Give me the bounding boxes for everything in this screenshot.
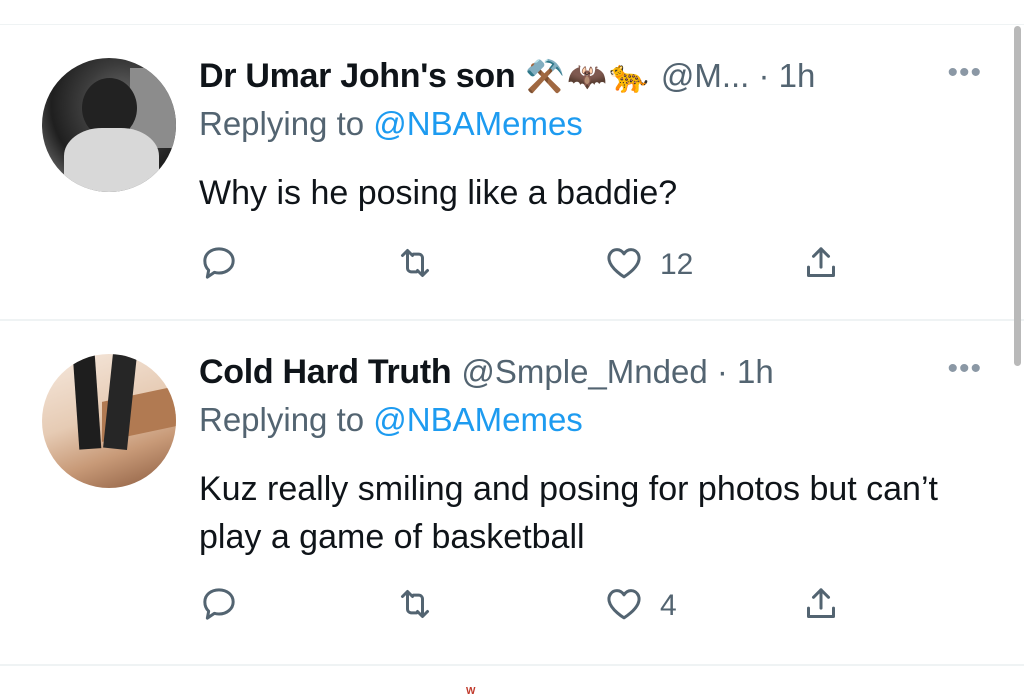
avatar[interactable]: [42, 354, 176, 488]
replying-to: Replying to @NBAMemes: [199, 105, 583, 143]
like-count: 12: [660, 248, 694, 281]
bottom-mark: W: [466, 686, 476, 697]
name-emojis: ⚒️🦇🐆: [525, 58, 651, 94]
like-button[interactable]: 12: [604, 243, 693, 287]
share-icon: [801, 584, 841, 629]
display-name[interactable]: Cold Hard Truth: [199, 353, 452, 392]
tweet-divider: [0, 664, 1024, 666]
tweet-1[interactable]: Dr Umar John's son ⚒️🦇🐆 @M... · 1h Reply…: [0, 25, 1010, 320]
like-count: 4: [660, 589, 677, 622]
reply-icon: [199, 243, 239, 288]
heart-icon: [604, 243, 644, 288]
replying-mention-link[interactable]: @NBAMemes: [373, 401, 583, 438]
share-button[interactable]: [801, 584, 841, 628]
replying-prefix: Replying to: [199, 401, 374, 438]
scrollbar-thumb[interactable]: [1014, 26, 1021, 366]
more-icon[interactable]: •••: [947, 58, 982, 88]
avatar-photo-leg-left: [72, 354, 102, 450]
tweet-header: Dr Umar John's son ⚒️🦇🐆 @M... · 1h: [199, 54, 815, 98]
retweet-button[interactable]: [395, 584, 451, 628]
reply-icon: [199, 584, 239, 629]
tweet-text: Kuz really smiling and posing for photos…: [199, 470, 938, 556]
heart-icon: [604, 584, 644, 629]
reply-button[interactable]: [199, 243, 255, 287]
retweet-icon: [395, 243, 435, 288]
handle-and-time[interactable]: @Smple_Mnded · 1h: [461, 353, 773, 391]
avatar-photo-leg-right: [103, 354, 137, 450]
replying-prefix: Replying to: [199, 105, 374, 142]
replying-mention-link[interactable]: @NBAMemes: [373, 105, 583, 142]
display-name[interactable]: Dr Umar John's son: [199, 57, 516, 96]
tweet-header: Cold Hard Truth @Smple_Mnded · 1h: [199, 350, 774, 394]
tweet-text: Why is he posing like a baddie?: [199, 174, 678, 212]
share-button[interactable]: [801, 243, 841, 287]
retweet-icon: [395, 584, 435, 629]
retweet-button[interactable]: [395, 243, 451, 287]
more-icon[interactable]: •••: [947, 354, 982, 384]
share-icon: [801, 243, 841, 288]
tweet-2[interactable]: Cold Hard Truth @Smple_Mnded · 1h Replyi…: [0, 321, 1010, 664]
avatar[interactable]: [42, 58, 176, 192]
like-button[interactable]: 4: [604, 584, 677, 628]
replying-to: Replying to @NBAMemes: [199, 401, 583, 439]
handle-and-time[interactable]: @M... · 1h: [661, 57, 816, 95]
reply-button[interactable]: [199, 584, 255, 628]
avatar-photo-body: [64, 128, 159, 192]
